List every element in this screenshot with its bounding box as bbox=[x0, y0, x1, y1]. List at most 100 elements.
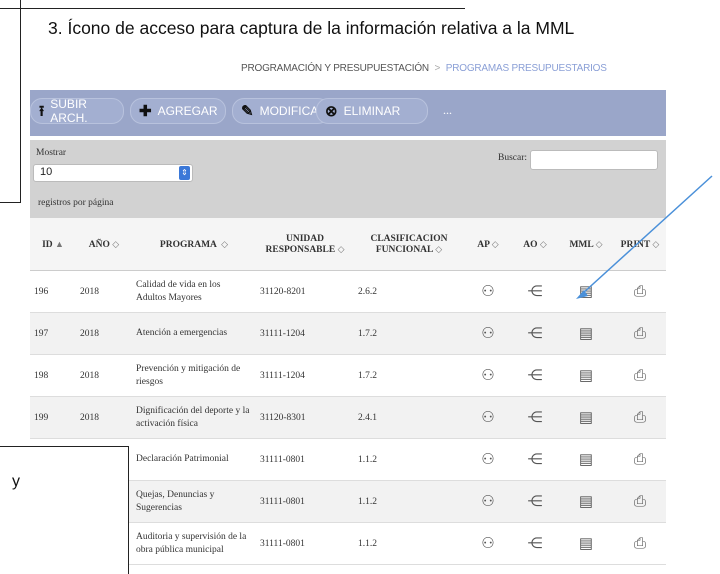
ao-action-cell[interactable]: ⋲ bbox=[512, 438, 558, 481]
org-chart-icon[interactable]: ⚇ bbox=[481, 410, 494, 426]
org-chart-icon[interactable]: ⚇ bbox=[481, 494, 494, 510]
show-label: Mostrar bbox=[36, 148, 67, 158]
printer-icon[interactable]: ⎙ bbox=[634, 410, 646, 426]
ap-action-cell[interactable]: ⚇ bbox=[464, 438, 512, 481]
year-cell: 2018 bbox=[76, 270, 132, 313]
ap-action-cell[interactable]: ⚇ bbox=[464, 312, 512, 355]
delete-button[interactable]: ⊗ ELIMINAR bbox=[316, 98, 428, 124]
printer-icon[interactable]: ⎙ bbox=[634, 284, 646, 300]
column-header-print[interactable]: PRINT ◇ bbox=[614, 218, 666, 271]
breadcrumb-section[interactable]: PROGRAMACIÓN Y PRESUPUESTACIÓN bbox=[241, 63, 429, 74]
ap-action-cell[interactable]: ⚇ bbox=[464, 354, 512, 397]
ao-action-cell[interactable]: ⋲ bbox=[512, 396, 558, 439]
ap-action-cell[interactable]: ⚇ bbox=[464, 396, 512, 439]
mml-action-cell[interactable]: ▤ bbox=[558, 270, 614, 313]
more-menu[interactable]: ... bbox=[443, 103, 452, 118]
overlay-text: y bbox=[12, 473, 20, 490]
mml-action-cell[interactable]: ▤ bbox=[558, 396, 614, 439]
column-header-classification[interactable]: CLASIFICACION FUNCIONAL ◇ bbox=[354, 218, 464, 271]
search-input[interactable] bbox=[530, 150, 658, 170]
mml-action-cell[interactable]: ▤ bbox=[558, 480, 614, 523]
ao-action-cell[interactable]: ⋲ bbox=[512, 312, 558, 355]
ap-action-cell[interactable]: ⚇ bbox=[464, 480, 512, 523]
add-button[interactable]: ✚ AGREGAR bbox=[130, 98, 226, 124]
print-action-cell[interactable]: ⎙ bbox=[614, 480, 666, 523]
breadcrumb: PROGRAMACIÓN Y PRESUPUESTACIÓN > PROGRAM… bbox=[241, 63, 607, 74]
column-header-year[interactable]: AÑO ◇ bbox=[76, 218, 132, 271]
mml-action-cell[interactable]: ▤ bbox=[558, 438, 614, 481]
ao-action-cell[interactable]: ⋲ bbox=[512, 270, 558, 313]
breadcrumb-separator: > bbox=[434, 63, 441, 74]
program-cell: Atención a emergencias bbox=[132, 312, 256, 355]
year-cell: 2018 bbox=[76, 354, 132, 397]
add-label: AGREGAR bbox=[157, 104, 218, 118]
notebook-icon[interactable]: ▤ bbox=[579, 368, 593, 384]
overlay-panel: y bbox=[0, 446, 129, 574]
org-chart-icon[interactable]: ⚇ bbox=[481, 536, 494, 552]
tree-icon[interactable]: ⋲ bbox=[528, 326, 543, 342]
column-header-program[interactable]: PROGRAMA ◇ bbox=[132, 218, 256, 271]
notebook-icon[interactable]: ▤ bbox=[579, 536, 593, 552]
org-chart-icon[interactable]: ⚇ bbox=[481, 452, 494, 468]
column-header-mml[interactable]: MML ◇ bbox=[558, 218, 614, 271]
print-action-cell[interactable]: ⎙ bbox=[614, 354, 666, 397]
unit-cell: 31111-1204 bbox=[256, 354, 354, 397]
print-action-cell[interactable]: ⎙ bbox=[614, 438, 666, 481]
ap-action-cell[interactable]: ⚇ bbox=[464, 270, 512, 313]
notebook-icon[interactable]: ▤ bbox=[579, 452, 593, 468]
page-size-select[interactable]: 10 ⇕ bbox=[33, 164, 193, 182]
ap-action-cell[interactable]: ⚇ bbox=[464, 522, 512, 565]
tree-icon[interactable]: ⋲ bbox=[528, 452, 543, 468]
year-cell: 2018 bbox=[76, 396, 132, 439]
printer-icon[interactable]: ⎙ bbox=[634, 494, 646, 510]
classification-cell: 1.7.2 bbox=[354, 354, 464, 397]
mml-action-cell[interactable]: ▤ bbox=[558, 312, 614, 355]
notebook-icon[interactable]: ▤ bbox=[579, 494, 593, 510]
ao-action-cell[interactable]: ⋲ bbox=[512, 480, 558, 523]
print-action-cell[interactable]: ⎙ bbox=[614, 270, 666, 313]
org-chart-icon[interactable]: ⚇ bbox=[481, 368, 494, 384]
upload-button[interactable]: ⭱ SUBIR ARCH. bbox=[30, 97, 124, 125]
mml-action-cell[interactable]: ▤ bbox=[558, 522, 614, 565]
breadcrumb-current[interactable]: PROGRAMAS PRESUPUESTARIOS bbox=[446, 63, 607, 74]
tree-icon[interactable]: ⋲ bbox=[528, 494, 543, 510]
table-header-row: ID ▲ AÑO ◇ PROGRAMA ◇ UNIDAD RESPONSABLE… bbox=[30, 218, 666, 271]
tree-icon[interactable]: ⋲ bbox=[528, 410, 543, 426]
tree-icon[interactable]: ⋲ bbox=[528, 368, 543, 384]
tree-icon[interactable]: ⋲ bbox=[528, 536, 543, 552]
printer-icon[interactable]: ⎙ bbox=[634, 452, 646, 468]
ao-action-cell[interactable]: ⋲ bbox=[512, 522, 558, 565]
unit-cell: 31111-0801 bbox=[256, 522, 354, 565]
unit-cell: 31111-0801 bbox=[256, 480, 354, 523]
column-header-ao[interactable]: AO ◇ bbox=[512, 218, 558, 271]
plus-icon: ✚ bbox=[139, 102, 152, 120]
org-chart-icon[interactable]: ⚇ bbox=[481, 326, 494, 342]
unit-cell: 31120-8301 bbox=[256, 396, 354, 439]
print-action-cell[interactable]: ⎙ bbox=[614, 312, 666, 355]
table-controls: Mostrar 10 ⇕ registros por página Buscar… bbox=[30, 140, 666, 218]
column-header-unit[interactable]: UNIDAD RESPONSABLE ◇ bbox=[256, 218, 354, 271]
printer-icon[interactable]: ⎙ bbox=[634, 536, 646, 552]
column-header-ap[interactable]: AP ◇ bbox=[464, 218, 512, 271]
org-chart-icon[interactable]: ⚇ bbox=[481, 284, 494, 300]
column-header-id[interactable]: ID ▲ bbox=[30, 218, 76, 271]
tree-icon[interactable]: ⋲ bbox=[528, 284, 543, 300]
notebook-icon[interactable]: ▤ bbox=[579, 326, 593, 342]
print-action-cell[interactable]: ⎙ bbox=[614, 396, 666, 439]
id-cell: 199 bbox=[30, 396, 76, 439]
program-cell: Calidad de vida en los Adultos Mayores bbox=[132, 270, 256, 313]
mml-action-cell[interactable]: ▤ bbox=[558, 354, 614, 397]
notebook-icon[interactable]: ▤ bbox=[579, 410, 593, 426]
table-row: 199 2018 Dignificación del deporte y la ac… bbox=[30, 396, 666, 439]
program-cell: Declaración Patrimonial bbox=[132, 438, 256, 481]
notebook-icon[interactable]: ▤ bbox=[579, 284, 593, 300]
ao-action-cell[interactable]: ⋲ bbox=[512, 354, 558, 397]
classification-cell: 1.1.2 bbox=[354, 522, 464, 565]
printer-icon[interactable]: ⎙ bbox=[634, 326, 646, 342]
close-circle-icon: ⊗ bbox=[325, 102, 338, 120]
toolbar: ⭱ SUBIR ARCH. ✚ AGREGAR ✎ MODIFICAR ⊗ EL… bbox=[30, 90, 666, 136]
print-action-cell[interactable]: ⎙ bbox=[614, 522, 666, 565]
program-cell: Auditoria y supervisión de la obra públi… bbox=[132, 522, 256, 565]
classification-cell: 1.1.2 bbox=[354, 438, 464, 481]
printer-icon[interactable]: ⎙ bbox=[634, 368, 646, 384]
